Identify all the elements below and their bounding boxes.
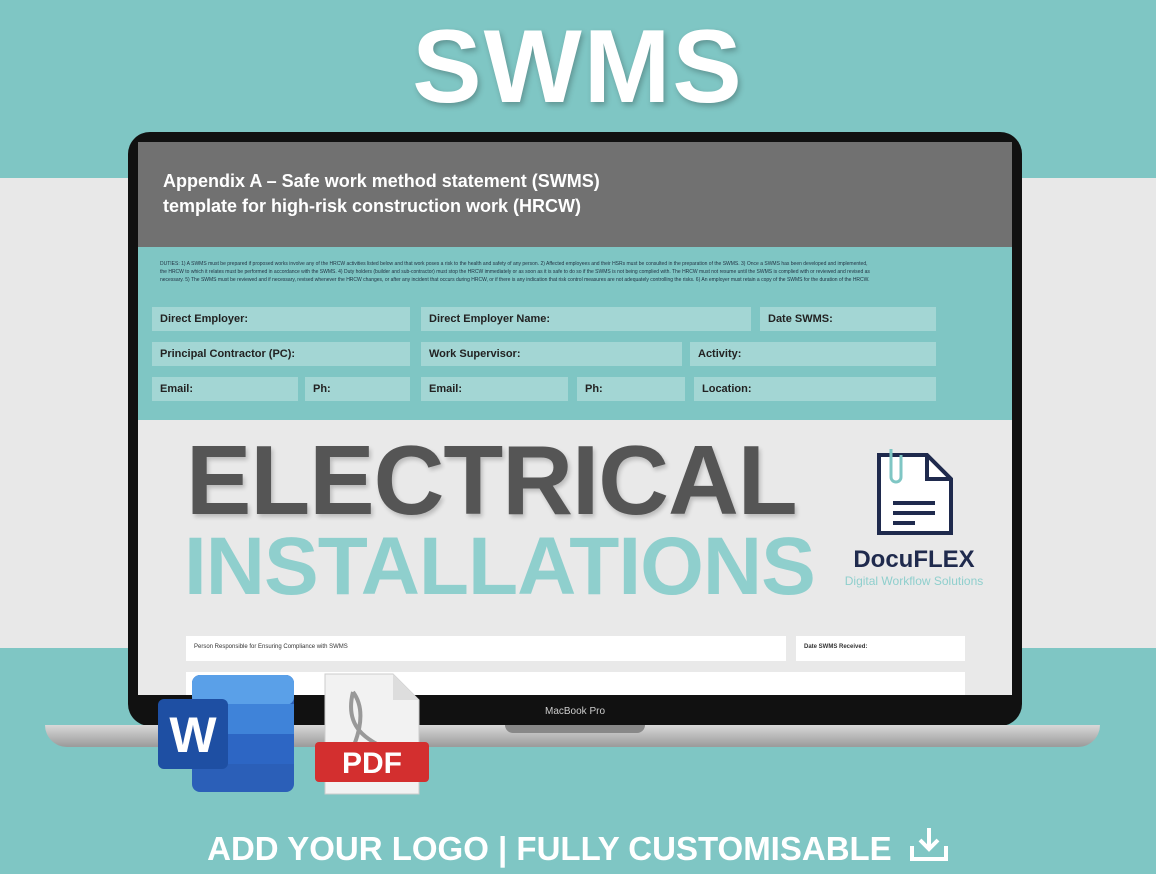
field-direct-employer-name[interactable]: Direct Employer Name: (421, 307, 751, 331)
footer-text: ADD YOUR LOGO | FULLY CUSTOMISABLE (207, 830, 892, 867)
heading-line1: Appendix A – Safe work method statement … (163, 171, 600, 191)
overlay-installations: INSTALLATIONS (184, 521, 816, 612)
field-phone-2[interactable]: Ph: (577, 377, 685, 401)
field-principal-contractor[interactable]: Principal Contractor (PC): (152, 342, 410, 366)
pdf-label: PDF (342, 747, 402, 780)
brand-tagline: Digital Workflow Solutions (844, 574, 984, 588)
download-icon (909, 828, 948, 861)
person-responsible-field[interactable]: Person Responsible for Ensuring Complian… (186, 636, 786, 661)
footer-banner: ADD YOUR LOGO | FULLY CUSTOMISABLE (0, 826, 1156, 868)
laptop-notch (505, 725, 645, 733)
heading-line2: template for high-risk construction work… (163, 196, 582, 216)
field-date-swms[interactable]: Date SWMS: (760, 307, 936, 331)
form-section: DUTIES: 1) A SWMS must be prepared if pr… (138, 247, 1012, 420)
field-email[interactable]: Email: (152, 377, 298, 401)
duties-text: DUTIES: 1) A SWMS must be prepared if pr… (160, 261, 870, 283)
field-work-supervisor[interactable]: Work Supervisor: (421, 342, 682, 366)
brand-name: DocuFLEX (853, 546, 975, 573)
date-received-field[interactable]: Date SWMS Received: (796, 636, 965, 661)
field-activity[interactable]: Activity: (690, 342, 936, 366)
field-location[interactable]: Location: (694, 377, 936, 401)
main-title: SWMS (412, 9, 744, 125)
laptop-screen: Appendix A – Safe work method statement … (138, 142, 1012, 695)
field-direct-employer[interactable]: Direct Employer: (152, 307, 410, 331)
field-phone[interactable]: Ph: (305, 377, 410, 401)
word-icon: W (158, 675, 294, 792)
field-email-2[interactable]: Email: (421, 377, 568, 401)
docuflex-logo: DocuFLEX Digital Workflow Solutions (834, 447, 994, 588)
word-letter: W (169, 707, 217, 763)
blank-row (186, 672, 965, 695)
document-clip-icon (877, 449, 953, 535)
document-header: Appendix A – Safe work method statement … (138, 142, 1012, 247)
pdf-icon: PDF (315, 673, 429, 795)
